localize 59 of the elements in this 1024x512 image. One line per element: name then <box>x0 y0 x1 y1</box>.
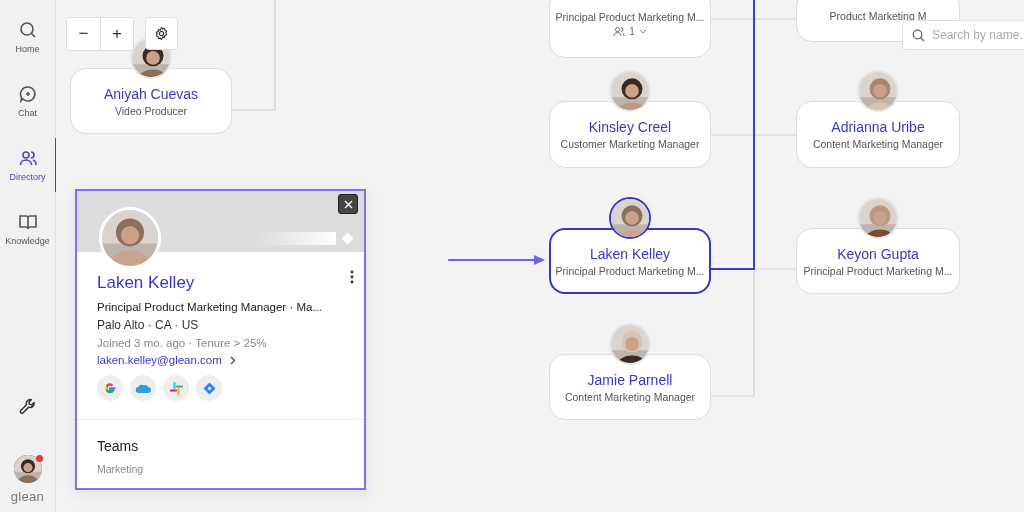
person-card[interactable]: Adrianna Uribe Content Marketing Manager <box>796 101 960 168</box>
people-icon <box>17 148 38 168</box>
person-card[interactable]: Principal Product Marketing M... 1 <box>549 0 711 58</box>
person-name: Jamie Parnell <box>587 371 673 388</box>
person-card[interactable]: Laken Kelley Principal Product Marketing M... <box>549 228 711 294</box>
letter-g-icon <box>103 381 117 395</box>
person-name: Keyon Gupta <box>837 245 919 262</box>
person-card[interactable]: Keyon Gupta Principal Product Marketing M... <box>796 228 960 294</box>
person-card[interactable]: Jamie Parnell Content Marketing Manager <box>549 354 711 420</box>
job-title: Principal Product Marketing Manager · Ma... <box>97 301 322 313</box>
section-heading: Teams <box>97 438 139 454</box>
settings-button[interactable] <box>145 17 178 50</box>
book-icon <box>17 212 38 232</box>
chevron-right-icon <box>229 355 236 365</box>
diamond-icon <box>202 381 216 395</box>
person-name: Laken Kelley <box>589 245 671 262</box>
hash-icon <box>169 381 183 395</box>
people-icon <box>613 26 626 37</box>
report-count: 1 <box>629 26 635 37</box>
settings-icon <box>154 26 169 41</box>
nav-item[interactable]: Knowledge <box>0 212 56 276</box>
chevron-down-icon[interactable] <box>638 29 647 34</box>
job-title: Customer Marketing Manager <box>560 138 700 150</box>
location: Palo Alto · CA · US <box>97 318 199 332</box>
logo: glean <box>10 489 45 504</box>
app-button[interactable] <box>130 375 156 401</box>
user-avatar[interactable] <box>13 455 42 483</box>
close-button[interactable] <box>338 194 358 214</box>
job-title: Content Marketing Manager <box>564 390 696 403</box>
app-button[interactable] <box>97 375 123 401</box>
nav-item[interactable]: Chat <box>0 84 56 148</box>
job-title: Product Marketing M <box>829 10 927 22</box>
person-card[interactable]: Aniyah Cuevas Video Producer <box>70 68 232 134</box>
search-field[interactable]: Search by name.. <box>902 20 1024 50</box>
team-name: Marketing <box>97 463 144 475</box>
wrench-icon[interactable] <box>17 397 38 417</box>
job-title: Principal Product Marketing M... <box>803 264 953 277</box>
cloud-icon <box>135 382 151 394</box>
job-title: Video Producer <box>114 104 188 117</box>
zoom-button[interactable]: + <box>100 18 133 50</box>
search-icon <box>912 29 925 42</box>
person-name: Aniyah Cuevas <box>103 85 199 102</box>
more-icon[interactable] <box>350 270 354 284</box>
app-button[interactable] <box>196 375 222 401</box>
email-link[interactable]: laken.kelley@glean.com <box>97 354 236 366</box>
tenure-info: Joined 3 mo. ago · Tenure > 25% <box>97 337 267 349</box>
job-title: Principal Product Marketing M... <box>555 264 705 277</box>
app-button[interactable] <box>163 375 189 401</box>
person-card[interactable]: Kinsley Creel Customer Marketing Manager <box>549 101 711 168</box>
profile-name: Laken Kelley <box>97 273 195 293</box>
close-icon <box>343 199 353 209</box>
nav-item[interactable]: Home <box>0 20 56 84</box>
search-icon <box>17 20 38 40</box>
person-name: Kinsley Creel <box>588 119 672 135</box>
chat-icon <box>17 84 38 104</box>
person-name: Adrianna Uribe <box>831 119 925 135</box>
job-title: Content Marketing Manager <box>812 138 944 150</box>
job-title: Principal Product Marketing M... <box>555 11 705 23</box>
diamond-icon <box>341 232 354 245</box>
